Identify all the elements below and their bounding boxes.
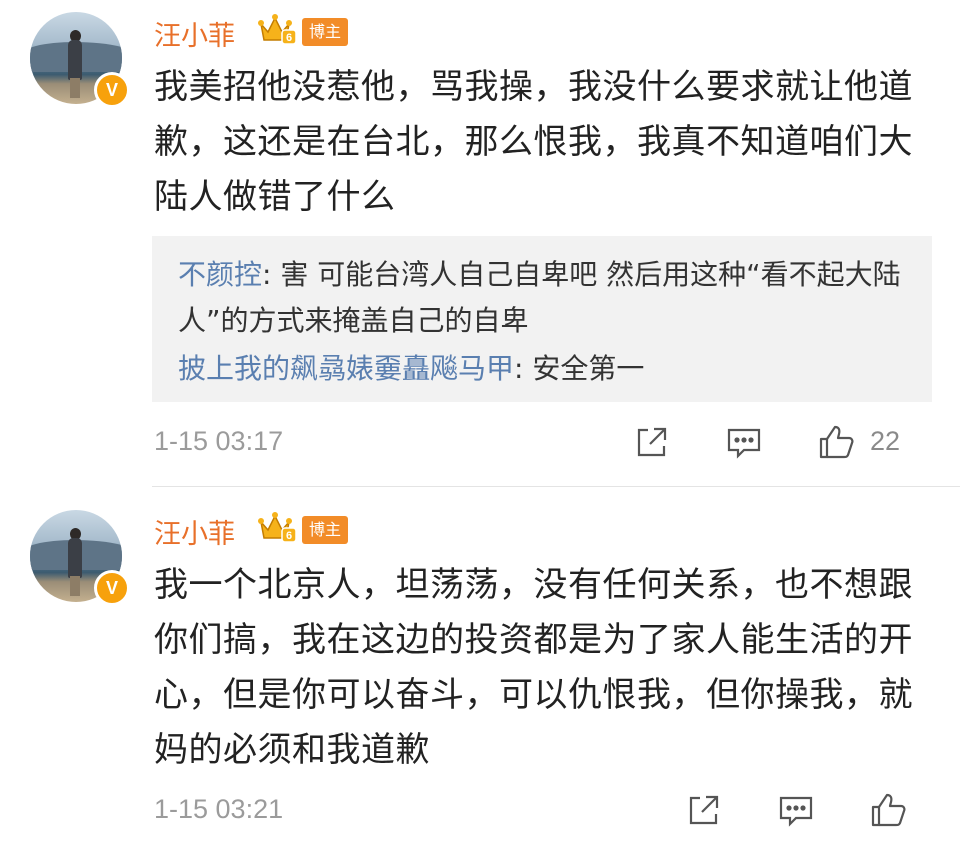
share-icon[interactable]	[632, 422, 676, 466]
comment-1: V 汪小菲 6 博主 我美招他没惹他，骂我操，我没什么要求就让他道歉，这还是在台…	[0, 0, 960, 475]
comment-2: V 汪小菲 6 博主 我一个北京人，坦荡荡，没有任何关系，也不想跟你们搞，我在这…	[0, 500, 960, 849]
username[interactable]: 汪小菲	[154, 512, 235, 551]
timestamp: 1-15 03:17	[154, 426, 284, 456]
crown-level: 6	[286, 32, 292, 44]
comment-icon[interactable]	[776, 790, 820, 834]
reply-text: 安全第一	[532, 352, 645, 385]
verified-badge-icon: V	[94, 570, 130, 606]
share-icon[interactable]	[684, 790, 728, 834]
reply-text: 害 可能台湾人自己自卑吧 然后用这种“看不起大陆人”的方式来掩盖自己的自卑	[178, 258, 901, 337]
divider	[152, 486, 960, 487]
crown-icon: 6	[258, 512, 297, 543]
reply-author[interactable]: 不颜控	[178, 258, 262, 291]
reply-2: 披上我的飙骉婊嫑矗飚马甲: 安全第一	[178, 346, 918, 392]
action-bar	[684, 790, 932, 834]
verified-badge-icon: V	[94, 72, 130, 108]
comment-icon[interactable]	[724, 422, 768, 466]
reply-1: 不颜控: 害 可能台湾人自己自卑吧 然后用这种“看不起大陆人”的方式来掩盖自己的…	[178, 252, 918, 344]
comment-text: 我一个北京人，坦荡荡，没有任何关系，也不想跟你们搞，我在这边的投资都是为了家人能…	[154, 565, 913, 770]
timestamp: 1-15 03:21	[154, 794, 284, 824]
like-count: 22	[870, 426, 901, 456]
comment-text: 我美招他没惹他，骂我操，我没什么要求就让他道歉，这还是在台北，那么恨我，我真不知…	[154, 67, 913, 217]
reply-author[interactable]: 披上我的飙骉婊嫑矗飚马甲	[178, 352, 514, 385]
crown-level: 6	[286, 530, 292, 542]
action-bar: 22	[632, 422, 932, 466]
reply-separator: :	[262, 258, 281, 291]
author-tag: 博主	[302, 18, 349, 46]
like-icon[interactable]	[868, 790, 912, 834]
username[interactable]: 汪小菲	[154, 14, 235, 53]
reply-separator: :	[514, 352, 533, 385]
reply-box[interactable]: 不颜控: 害 可能台湾人自己自卑吧 然后用这种“看不起大陆人”的方式来掩盖自己的…	[152, 236, 932, 402]
author-tag: 博主	[302, 516, 349, 544]
crown-icon: 6	[258, 14, 297, 45]
like-icon[interactable]	[816, 422, 860, 466]
